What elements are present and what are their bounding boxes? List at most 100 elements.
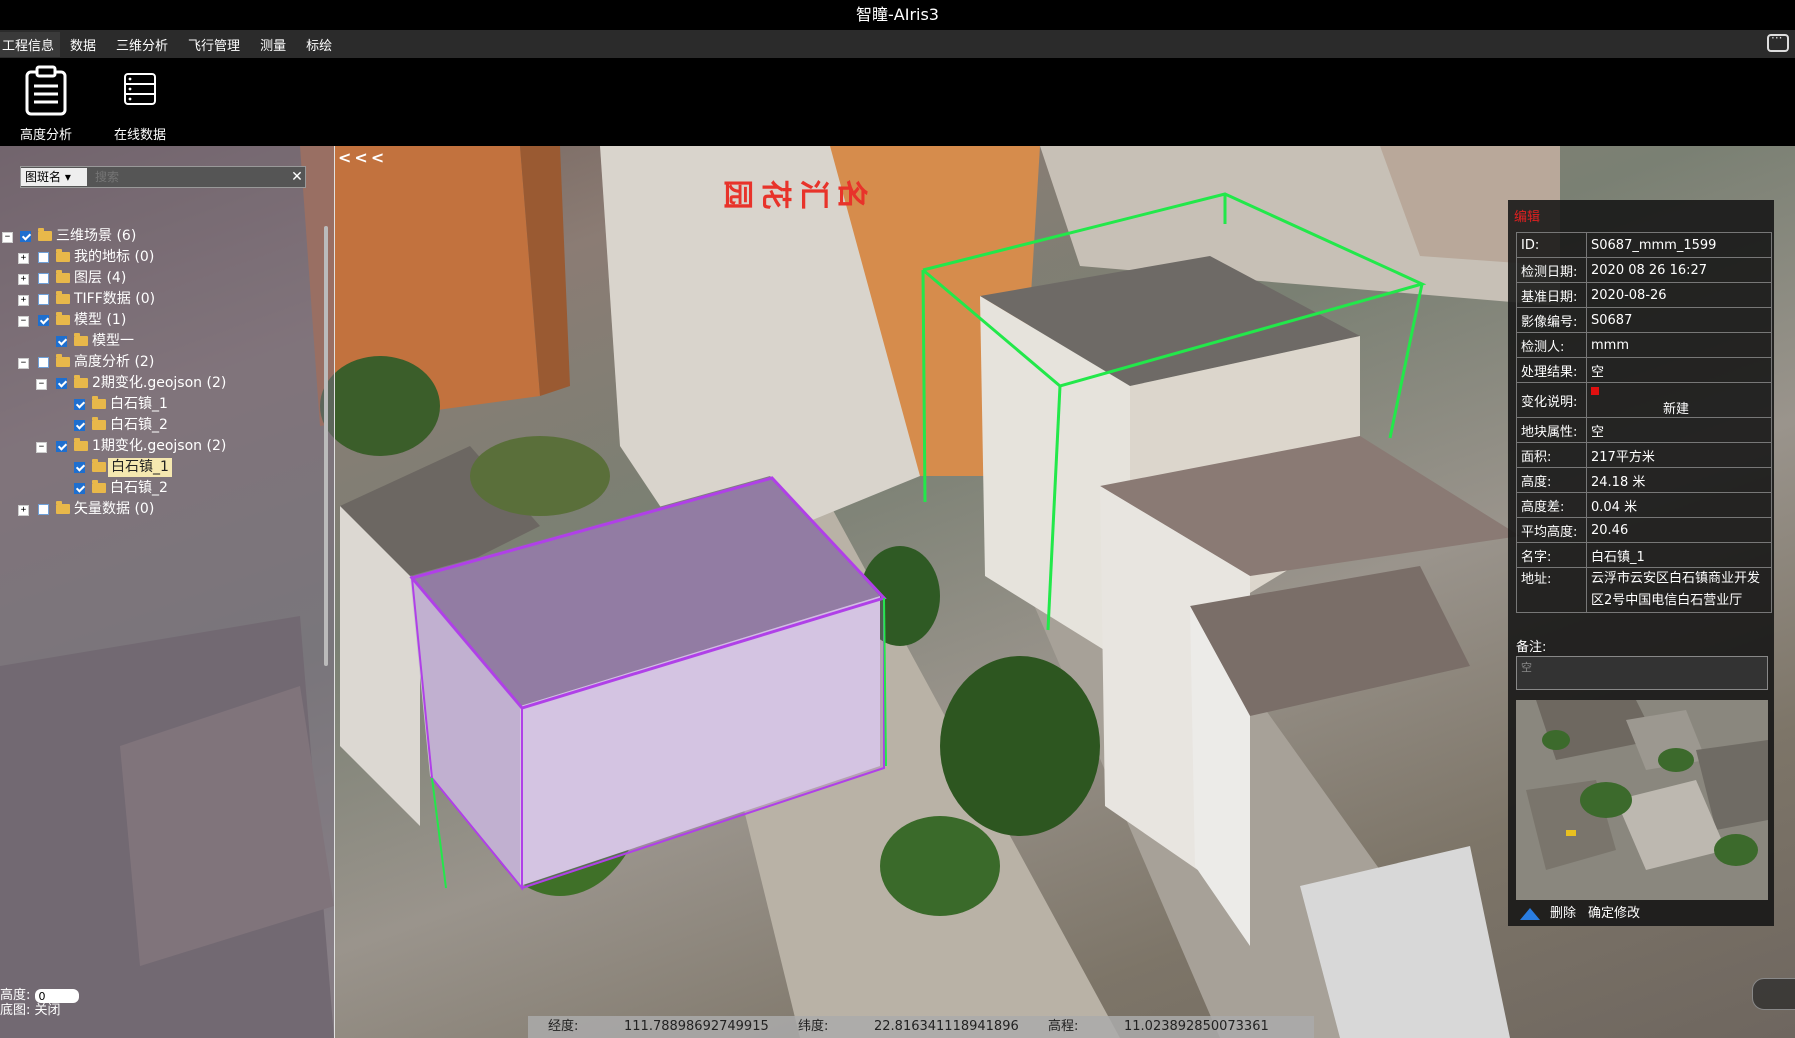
- tree-checkbox[interactable]: [20, 231, 31, 242]
- height-analysis-button[interactable]: 高度分析: [0, 64, 92, 143]
- tree-checkbox[interactable]: [38, 294, 49, 305]
- table-row: 变化说明: 新建: [1516, 382, 1772, 418]
- basemap-label: 底图:: [0, 1003, 31, 1018]
- tree-node-phase1-item-1[interactable]: 白石镇_1: [0, 457, 330, 478]
- tree-node-vector[interactable]: + 矢量数据 (0): [0, 499, 330, 520]
- tree-node-phase1-item-2[interactable]: 白石镇_2: [0, 478, 330, 499]
- tree-node-phase2-item-2[interactable]: 白石镇_2: [0, 415, 330, 436]
- tree-node-label: 矢量数据 (0): [74, 501, 155, 517]
- panel-title: 编辑: [1514, 210, 1541, 225]
- server-icon: [124, 73, 156, 105]
- expand-icon[interactable]: +: [18, 505, 29, 516]
- menu-measure[interactable]: 测量: [260, 35, 296, 54]
- menu-project-info[interactable]: 工程信息: [0, 31, 61, 57]
- tree-node-phase2-item-1[interactable]: 白石镇_1: [0, 394, 330, 415]
- tree-checkbox[interactable]: [56, 441, 67, 452]
- tree-node-tiff[interactable]: + TIFF数据 (0): [0, 289, 330, 310]
- menu-3d-analysis[interactable]: 三维分析: [116, 35, 178, 54]
- tree-node-phase2[interactable]: − 2期变化.geojson (2): [0, 373, 330, 394]
- tree-node-model-1[interactable]: 模型一: [0, 331, 330, 352]
- tree-node-phase1[interactable]: − 1期变化.geojson (2): [0, 436, 330, 457]
- delete-button[interactable]: 删除: [1550, 903, 1576, 925]
- folder-icon: [92, 396, 106, 409]
- tree-node-layers[interactable]: + 图层 (4): [0, 268, 330, 289]
- remark-textarea[interactable]: 空: [1516, 656, 1768, 690]
- field-key: 地址:: [1516, 567, 1587, 613]
- folder-icon: [92, 480, 106, 493]
- table-row: 影像编号: S0687: [1516, 307, 1772, 333]
- expand-icon[interactable]: +: [18, 295, 29, 306]
- attribute-panel: 编辑 ID: S0687_mmm_1599 检测日期: 2020 08 26 16:…: [1508, 200, 1774, 926]
- height-basemap-info: 高度: 0 底图: 关闭: [0, 988, 79, 1018]
- tree-node-height-analysis[interactable]: − 高度分析 (2): [0, 352, 330, 373]
- lon-value: 111.78898692749915: [624, 1019, 769, 1034]
- change-desc-cell[interactable]: 新建: [1586, 382, 1772, 418]
- layer-panel: 图斑名 ▾ ✕ − 三维场景 (6) + 我的地标 (0) + 图层 (4) +: [0, 146, 335, 1038]
- collapse-icon[interactable]: −: [18, 316, 29, 327]
- tree-scrollbar[interactable]: [324, 226, 328, 666]
- search-field-select[interactable]: 图斑名 ▾: [21, 168, 87, 186]
- menu-data[interactable]: 数据: [70, 35, 106, 54]
- field-key: 检测人:: [1516, 332, 1587, 358]
- corner-toggle-button[interactable]: [1752, 978, 1795, 1010]
- menu-flight[interactable]: 飞行管理: [188, 35, 250, 54]
- tree-node-label-selected: 白石镇_1: [108, 458, 172, 477]
- expand-icon[interactable]: +: [18, 274, 29, 285]
- table-row: 地块属性: 空: [1516, 417, 1772, 443]
- table-row: 面积: 217平方米: [1516, 442, 1772, 468]
- folder-icon: [92, 459, 106, 472]
- field-value: 云浮市云安区白石镇商业开发区2号中国电信白石营业厅: [1586, 567, 1772, 613]
- field-key: ID:: [1516, 232, 1587, 258]
- collapse-icon[interactable]: −: [2, 232, 13, 243]
- collapse-icon[interactable]: −: [36, 379, 47, 390]
- height-analysis-label: 高度分析: [19, 128, 72, 143]
- folder-icon: [74, 333, 88, 346]
- clear-icon[interactable]: ✕: [289, 169, 305, 185]
- tree-checkbox[interactable]: [38, 273, 49, 284]
- collapse-panel-button[interactable]: <<<: [338, 148, 387, 167]
- tree-checkbox[interactable]: [74, 462, 85, 473]
- layer-tree: − 三维场景 (6) + 我的地标 (0) + 图层 (4) + TIFF数据 …: [0, 226, 330, 520]
- field-key: 平均高度:: [1516, 517, 1587, 543]
- collapse-icon[interactable]: −: [18, 358, 29, 369]
- collapse-up-icon[interactable]: [1520, 908, 1540, 920]
- remark-label: 备注:: [1516, 640, 1547, 655]
- tree-checkbox[interactable]: [38, 357, 49, 368]
- tree-checkbox[interactable]: [74, 483, 85, 494]
- folder-icon: [56, 501, 70, 514]
- field-value-input[interactable]: 空: [1586, 357, 1772, 383]
- tree-checkbox[interactable]: [38, 252, 49, 263]
- height-label: 高度:: [0, 988, 31, 1003]
- confirm-edit-button[interactable]: 确定修改: [1588, 903, 1640, 925]
- menu-plot[interactable]: 标绘: [306, 35, 342, 54]
- tree-node-models[interactable]: − 模型 (1): [0, 310, 330, 331]
- tree-checkbox[interactable]: [74, 420, 85, 431]
- tree-node-landmarks[interactable]: + 我的地标 (0): [0, 247, 330, 268]
- height-input[interactable]: 0: [34, 988, 79, 1003]
- lon-label: 经度:: [548, 1019, 579, 1034]
- tree-node-3d-scene[interactable]: − 三维场景 (6): [0, 226, 330, 247]
- chat-icon[interactable]: [1767, 31, 1789, 52]
- toolbar: 高度分析 在线数据: [0, 58, 1795, 146]
- coordinate-bar: 经度: 111.78898692749915 纬度: 22.8163411189…: [528, 1016, 1314, 1038]
- tree-checkbox[interactable]: [74, 399, 85, 410]
- attribute-table: ID: S0687_mmm_1599 检测日期: 2020 08 26 16:27 …: [1516, 232, 1772, 613]
- tree-checkbox[interactable]: [56, 336, 67, 347]
- status-square-icon: [1591, 386, 1599, 395]
- expand-icon[interactable]: +: [18, 253, 29, 264]
- collapse-icon[interactable]: −: [36, 442, 47, 453]
- field-value: S0687_mmm_1599: [1586, 232, 1772, 258]
- tree-checkbox[interactable]: [38, 504, 49, 515]
- field-key: 基准日期:: [1516, 282, 1587, 308]
- field-value-input[interactable]: 空: [1586, 417, 1772, 443]
- tree-checkbox[interactable]: [56, 378, 67, 389]
- field-value: 2020-08-26: [1586, 282, 1772, 308]
- tree-checkbox[interactable]: [38, 315, 49, 326]
- online-data-button[interactable]: 在线数据: [94, 64, 186, 143]
- basemap-value[interactable]: 关闭: [35, 1003, 61, 1018]
- detection-thumbnail: [1516, 700, 1768, 900]
- menu-bar: 工程信息 数据 三维分析 飞行管理 测量 标绘: [0, 30, 1795, 58]
- search-input[interactable]: [87, 169, 289, 185]
- table-row: 高度: 24.18 米: [1516, 467, 1772, 493]
- table-row: 基准日期: 2020-08-26: [1516, 282, 1772, 308]
